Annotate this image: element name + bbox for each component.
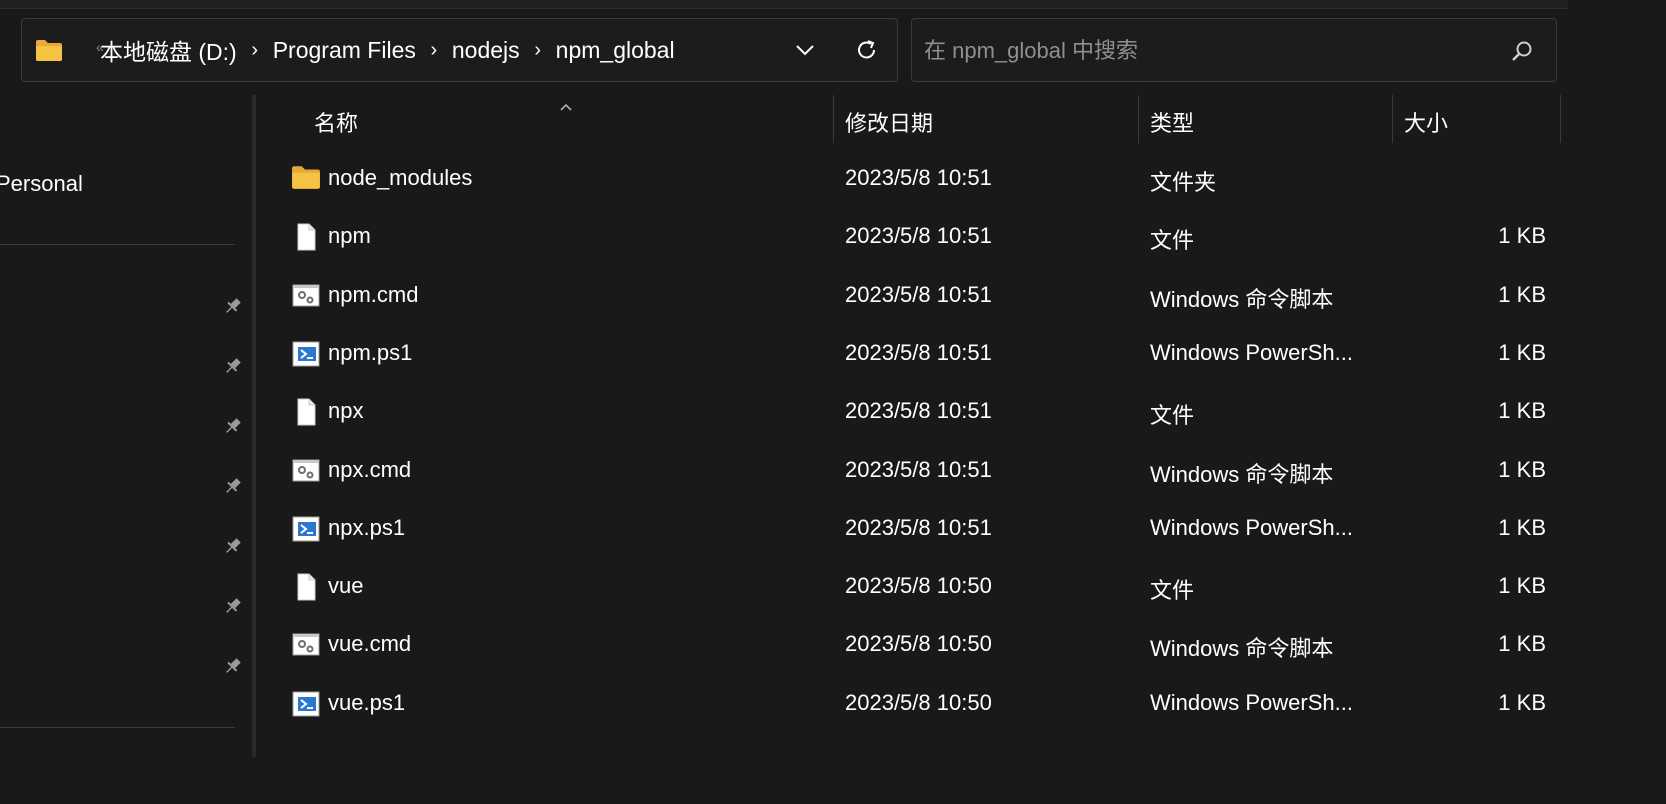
sidebar-item-personal[interactable]: Personal: [0, 171, 83, 197]
search-input[interactable]: [922, 33, 1486, 69]
sidebar-divider: [0, 727, 235, 728]
pin-icon[interactable]: [222, 295, 244, 317]
breadcrumb-separator[interactable]: ›: [237, 39, 273, 62]
file-row[interactable]: npx.cmd 2023/5/8 10:51 Windows 命令脚本 1 KB: [257, 442, 1568, 500]
file-row[interactable]: npm.ps1 2023/5/8 10:51 Windows PowerSh... 1…: [257, 325, 1568, 383]
file-name: vue: [328, 573, 364, 599]
breadcrumb-separator[interactable]: ›: [520, 39, 556, 62]
address-bar[interactable]: « 本地磁盘 (D:) › Program Files › nodejs › npm_glo…: [21, 18, 898, 82]
refresh-icon: [858, 40, 875, 59]
cmd-script-icon: [291, 630, 321, 660]
breadcrumb: 本地磁盘 (D:) › Program Files › nodejs › npm_globa…: [100, 19, 675, 81]
column-divider[interactable]: [1560, 95, 1561, 143]
column-type-header[interactable]: 类型: [1150, 106, 1194, 138]
file-row[interactable]: npx.ps1 2023/5/8 10:51 Windows PowerSh... 1…: [257, 500, 1568, 558]
file-type: Windows 命令脚本: [1150, 286, 1334, 312]
navigation-pane: Personal: [0, 95, 252, 757]
file-row[interactable]: vue.ps1 2023/5/8 10:50 Windows PowerSh... 1…: [257, 675, 1568, 733]
column-divider[interactable]: [833, 95, 834, 143]
file-name: npm.ps1: [328, 339, 413, 365]
search-box[interactable]: [911, 18, 1557, 82]
chevron-down-icon: [796, 45, 814, 56]
column-modified-header[interactable]: 修改日期: [845, 106, 933, 138]
file-modified-date: 2023/5/8 10:50: [845, 573, 992, 599]
file-row[interactable]: npm.cmd 2023/5/8 10:51 Windows 命令脚本 1 KB: [257, 267, 1568, 325]
file-name: npm.cmd: [328, 281, 419, 307]
cmd-script-icon: [291, 281, 321, 311]
file-modified-date: 2023/5/8 10:51: [845, 398, 992, 424]
breadcrumb-item[interactable]: Program Files: [273, 37, 416, 64]
powershell-script-icon: [291, 689, 321, 719]
title-bar-strip: [0, 0, 1568, 9]
breadcrumb-item[interactable]: npm_global: [556, 37, 675, 64]
refresh-button[interactable]: [852, 35, 882, 65]
column-name-header[interactable]: 名称: [314, 106, 358, 138]
file-icon: [291, 222, 321, 252]
file-icon: [291, 572, 321, 602]
file-size: 1 KB: [1498, 573, 1546, 599]
file-modified-date: 2023/5/8 10:51: [845, 514, 992, 540]
file-name: npm: [328, 223, 371, 249]
file-type: 文件: [1150, 228, 1195, 254]
pin-icon[interactable]: [222, 475, 244, 497]
file-row[interactable]: vue 2023/5/8 10:50 文件 1 KB: [257, 558, 1568, 616]
pin-icon[interactable]: [222, 595, 244, 617]
file-size: 1 KB: [1498, 398, 1546, 424]
file-size: 1 KB: [1498, 223, 1546, 249]
folder-icon: [291, 164, 321, 194]
file-size: 1 KB: [1498, 631, 1546, 657]
file-modified-date: 2023/5/8 10:50: [845, 689, 992, 715]
file-name: node_modules: [328, 165, 473, 190]
file-type: 文件: [1150, 578, 1195, 604]
file-modified-date: 2023/5/8 10:51: [845, 339, 992, 365]
pin-icon[interactable]: [222, 655, 244, 677]
file-name: vue.cmd: [328, 631, 412, 657]
file-type: Windows PowerSh...: [1150, 514, 1353, 540]
file-size: 1 KB: [1498, 514, 1546, 540]
file-modified-date: 2023/5/8 10:51: [845, 456, 992, 482]
sort-ascending-icon: [559, 92, 573, 118]
address-dropdown-button[interactable]: [790, 35, 820, 65]
pin-icon[interactable]: [222, 355, 244, 377]
file-size: 1 KB: [1498, 281, 1546, 307]
file-modified-date: 2023/5/8 10:51: [845, 165, 992, 190]
breadcrumb-item[interactable]: 本地磁盘 (D:): [100, 33, 237, 67]
file-type: Windows PowerSh...: [1150, 689, 1353, 715]
file-size: 1 KB: [1498, 689, 1546, 715]
column-divider[interactable]: [1392, 95, 1393, 143]
file-name: npx.cmd: [328, 456, 412, 482]
column-size-header[interactable]: 大小: [1404, 106, 1448, 138]
file-type: Windows PowerSh...: [1150, 339, 1353, 365]
sidebar-divider: [0, 244, 235, 245]
cmd-script-icon: [291, 456, 321, 486]
powershell-script-icon: [291, 339, 321, 369]
breadcrumb-item[interactable]: nodejs: [452, 37, 520, 64]
file-modified-date: 2023/5/8 10:51: [845, 281, 992, 307]
file-size: 1 KB: [1498, 456, 1546, 482]
file-row[interactable]: npx 2023/5/8 10:51 文件 1 KB: [257, 383, 1568, 441]
file-row[interactable]: node_modules 2023/5/8 10:51 文件夹: [257, 150, 1568, 208]
file-type: Windows 命令脚本: [1150, 636, 1334, 662]
file-name: npx: [328, 398, 364, 424]
file-type: Windows 命令脚本: [1150, 461, 1334, 487]
search-icon[interactable]: [1509, 39, 1535, 70]
file-modified-date: 2023/5/8 10:51: [845, 223, 992, 249]
folder-icon: [35, 38, 63, 67]
file-name: npx.ps1: [328, 514, 406, 540]
pane-splitter[interactable]: [252, 95, 256, 757]
column-header: 名称 修改日期 类型 大小: [257, 95, 1568, 143]
file-icon: [291, 397, 321, 427]
column-divider[interactable]: [1138, 95, 1139, 143]
pin-icon[interactable]: [222, 535, 244, 557]
file-name: vue.ps1: [328, 689, 406, 715]
file-type: 文件夹: [1150, 170, 1217, 195]
file-row[interactable]: npm 2023/5/8 10:51 文件 1 KB: [257, 208, 1568, 266]
pin-icon[interactable]: [222, 415, 244, 437]
file-modified-date: 2023/5/8 10:50: [845, 631, 992, 657]
breadcrumb-separator[interactable]: ›: [416, 39, 452, 62]
file-size: 1 KB: [1498, 339, 1546, 365]
powershell-script-icon: [291, 514, 321, 544]
file-row[interactable]: vue.cmd 2023/5/8 10:50 Windows 命令脚本 1 KB: [257, 616, 1568, 674]
file-type: 文件: [1150, 403, 1195, 429]
